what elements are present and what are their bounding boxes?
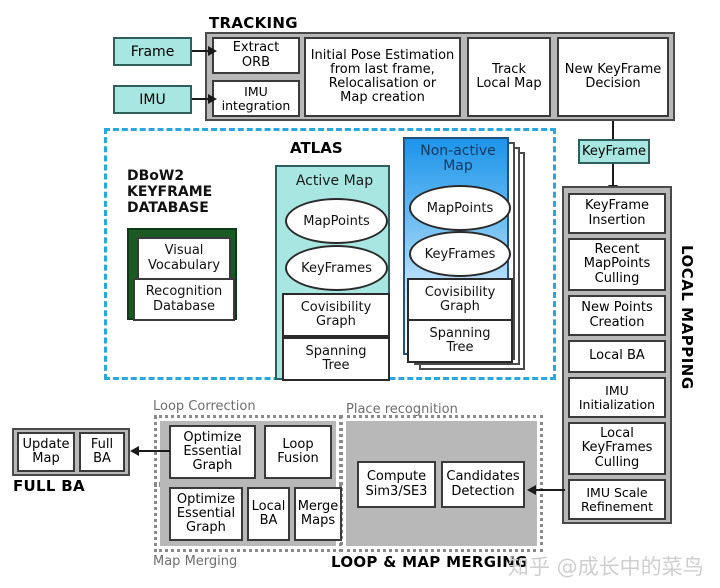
non-active-map-ellipse-keyframes-label: KeyFrames — [424, 246, 496, 262]
tracking-box-extract-orb[interactable]: Extract ORB — [212, 37, 300, 74]
atlas-title: ATLAS — [290, 139, 343, 157]
local-mapping-box-local-keyframes-culling-label: Local KeyFrames Culling — [581, 426, 653, 470]
active-map-box-spanning-tree[interactable]: Spanning Tree — [282, 337, 390, 381]
map-merging-box-optimize-essential-graph[interactable]: Optimize Essential Graph — [169, 487, 243, 541]
local-mapping-box-imu-initialization[interactable]: IMU Initialization — [568, 377, 666, 418]
input-imu-label: IMU — [139, 91, 166, 108]
full-ba-box-update-map[interactable]: Update Map — [17, 432, 75, 472]
active-map-box-covisibility-graph[interactable]: Covisibility Graph — [282, 293, 390, 337]
line-loopcorrection-to-fullba — [134, 450, 170, 452]
local-mapping-box-local-ba[interactable]: Local BA — [568, 340, 666, 373]
input-frame-label: Frame — [130, 43, 175, 60]
active-map-ellipse-mappoints-label: MapPoints — [303, 213, 370, 229]
active-map-ellipse-mappoints[interactable]: MapPoints — [285, 198, 388, 244]
non-active-map-ellipse-keyframes[interactable]: KeyFrames — [409, 231, 511, 277]
arrow-loopcorrection-to-fullba-head — [130, 446, 139, 456]
local-mapping-box-local-ba-label: Local BA — [589, 348, 645, 364]
non-active-map-box-covisibility-graph-label: Covisibility Graph — [424, 284, 496, 314]
map-merging-title: Map Merging — [153, 554, 238, 569]
local-mapping-box-keyframe-insertion-label: KeyFrame Insertion — [584, 198, 650, 228]
tracking-box-initial-pose-estimation-label: Initial Pose Estimation from last frame,… — [310, 47, 455, 106]
arrow-localmapping-to-place-recognition-head — [527, 485, 536, 495]
tracking-box-track-local-map-label: Track Local Map — [476, 61, 542, 91]
keyframe-token-box[interactable]: KeyFrame — [578, 139, 650, 164]
loop-correction-title: Loop Correction — [153, 399, 256, 414]
loop-correction-box-loop-fusion-label: Loop Fusion — [277, 436, 319, 466]
non-active-map-ellipse-mappoints[interactable]: MapPoints — [409, 185, 511, 231]
local-mapping-section-title: LOCAL MAPPING — [678, 245, 696, 390]
local-mapping-box-recent-mappoints-culling-label: Recent MapPoints Culling — [583, 242, 651, 286]
dbow2-item-visual-vocabulary[interactable]: Visual Vocabulary — [137, 237, 231, 280]
place-recognition-box-compute-sim3-se3-label: Compute Sim3/SE3 — [365, 469, 428, 499]
local-mapping-box-imu-initialization-label: IMU Initialization — [578, 383, 656, 412]
active-map-container: Active Map MapPoints KeyFrames Covisibil… — [275, 165, 390, 381]
tracking-box-new-keyframe-decision-label: New KeyFrame Decision — [564, 61, 662, 91]
place-recognition-box-candidates-detection[interactable]: Candidates Detection — [441, 461, 525, 508]
local-mapping-box-imu-scale-refinement[interactable]: IMU Scale Refinement — [568, 479, 666, 520]
active-map-title: Active Map — [295, 173, 374, 189]
map-merging-box-merge-maps[interactable]: Merge Maps — [294, 487, 342, 541]
input-imu-box[interactable]: IMU — [113, 85, 192, 114]
dbow2-container: Visual Vocabulary Recognition Database — [127, 228, 237, 321]
local-mapping-box-local-keyframes-culling[interactable]: Local KeyFrames Culling — [568, 422, 666, 475]
local-mapping-box-imu-scale-refinement-label: IMU Scale Refinement — [581, 485, 653, 514]
non-active-map-ellipse-mappoints-label: MapPoints — [426, 200, 494, 216]
loop-correction-box-optimize-essential-graph[interactable]: Optimize Essential Graph — [169, 425, 256, 479]
full-ba-section-title: FULL BA — [13, 477, 85, 495]
place-recognition-box-compute-sim3-se3[interactable]: Compute Sim3/SE3 — [357, 461, 436, 508]
arrow-frame-to-extract-head — [208, 46, 217, 56]
map-merging-box-local-ba-label: Local BA — [251, 498, 286, 528]
non-active-map-title: Non-active Map — [420, 143, 496, 175]
tracking-box-imu-integration-label: IMU integration — [221, 84, 291, 113]
dbow2-title: DBoW2 KEYFRAME DATABASE — [127, 168, 213, 217]
keyframe-token-label: KeyFrame — [581, 144, 647, 159]
local-mapping-box-new-points-creation[interactable]: New Points Creation — [568, 295, 666, 336]
tracking-box-track-local-map[interactable]: Track Local Map — [467, 37, 551, 117]
arrow-imu-to-integration-head — [208, 94, 217, 104]
tracking-box-extract-orb-label: Extract ORB — [232, 40, 280, 70]
full-ba-box-full-ba[interactable]: Full BA — [79, 432, 125, 472]
non-active-map-box-spanning-tree-label: Spanning Tree — [429, 325, 491, 355]
dbow2-item-recognition-database-label: Recognition Database — [145, 284, 223, 314]
dbow2-item-visual-vocabulary-label: Visual Vocabulary — [147, 243, 221, 273]
map-merging-box-merge-maps-label: Merge Maps — [297, 498, 339, 528]
active-map-ellipse-keyframes-label: KeyFrames — [301, 260, 372, 276]
non-active-map-box-spanning-tree[interactable]: Spanning Tree — [407, 319, 513, 363]
watermark-text: 知乎 @成长中的菜鸟 — [508, 555, 704, 579]
line-newkf-to-keyframe — [612, 121, 614, 139]
non-active-map-box-covisibility-graph[interactable]: Covisibility Graph — [407, 278, 513, 322]
loop-merging-section-title: LOOP & MAP MERGING — [331, 553, 528, 571]
input-frame-box[interactable]: Frame — [113, 37, 192, 66]
tracking-box-new-keyframe-decision[interactable]: New KeyFrame Decision — [557, 37, 669, 117]
loop-correction-box-loop-fusion[interactable]: Loop Fusion — [264, 425, 332, 479]
local-mapping-box-new-points-creation-label: New Points Creation — [581, 300, 653, 330]
active-map-ellipse-keyframes[interactable]: KeyFrames — [285, 245, 388, 291]
local-mapping-box-recent-mappoints-culling[interactable]: Recent MapPoints Culling — [568, 238, 666, 291]
diagram-canvas: TRACKING Extract ORB IMU integration Ini… — [0, 0, 720, 588]
loop-correction-box-optimize-essential-graph-label: Optimize Essential Graph — [183, 429, 242, 474]
non-active-map-container: Non-active Map MapPoints KeyFrames Covis… — [403, 137, 513, 363]
tracking-box-initial-pose-estimation[interactable]: Initial Pose Estimation from last frame,… — [304, 37, 461, 117]
place-recognition-box-candidates-detection-label: Candidates Detection — [446, 469, 520, 499]
active-map-box-covisibility-graph-label: Covisibility Graph — [300, 299, 372, 329]
map-merging-box-local-ba[interactable]: Local BA — [247, 487, 290, 541]
tracking-box-imu-integration[interactable]: IMU integration — [212, 80, 300, 117]
tracking-section-title: TRACKING — [209, 14, 298, 32]
full-ba-box-full-ba-label: Full BA — [90, 436, 114, 466]
local-mapping-box-keyframe-insertion[interactable]: KeyFrame Insertion — [568, 193, 666, 234]
dbow2-item-recognition-database[interactable]: Recognition Database — [133, 278, 235, 321]
active-map-box-spanning-tree-label: Spanning Tree — [305, 343, 367, 373]
full-ba-box-update-map-label: Update Map — [22, 436, 70, 466]
map-merging-box-optimize-essential-graph-label: Optimize Essential Graph — [176, 491, 236, 536]
